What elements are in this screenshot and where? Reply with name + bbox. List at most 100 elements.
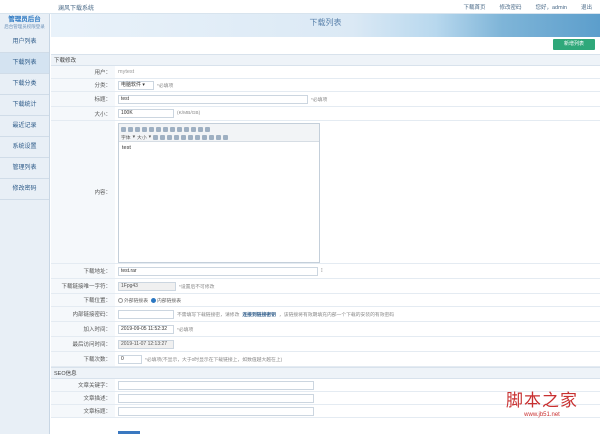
row-password: 内部链接密码： 不需填写下载链接密，请修改 连接到链接密钥 ，该链接将有效期填充内部…	[51, 307, 600, 322]
download-count-input[interactable]: 0	[118, 354, 142, 364]
external-link-radio[interactable]: 外部链接表	[118, 297, 148, 304]
row-download-count: 下载次数： 0 *必填项(不显示，大于0时显示在下载链接上，如数值越大越在上)	[51, 352, 600, 367]
row-location: 下载位置： 外部链接表 内部链接表	[51, 294, 600, 307]
chevron-down-icon: ▾	[142, 81, 145, 88]
nav-home-link[interactable]: 下载首页	[463, 3, 485, 11]
row-download-url: 下载地址： test.rar ⁝	[51, 264, 600, 279]
cut-icon[interactable]	[128, 126, 133, 132]
radio-unchecked-icon	[118, 297, 123, 303]
user-value: mytest	[118, 69, 135, 75]
nav-password-link[interactable]: 修改密码	[499, 3, 521, 11]
align-right-icon[interactable]	[191, 126, 196, 132]
user-label: 用户：	[51, 66, 115, 78]
category-hint: *必填项	[157, 83, 174, 89]
top-nav: 下载首页 修改密码 您好，admin 退出	[463, 3, 592, 11]
editor-content-area[interactable]: test	[119, 142, 319, 262]
indent-icon[interactable]	[205, 126, 210, 132]
location-label: 下载位置：	[51, 294, 115, 306]
row-unique: 下载链接唯一字符： 1Fpg43 *设置后不可修改	[51, 279, 600, 294]
sidebar-item-records[interactable]: 最近记录	[0, 116, 49, 137]
sidebar-item-password[interactable]: 修改密码	[0, 179, 49, 200]
download-count-label: 下载次数：	[51, 352, 115, 366]
external-link-radio-label: 外部链接表	[124, 298, 148, 304]
redo-icon[interactable]	[156, 126, 161, 132]
paste-icon[interactable]	[142, 126, 147, 132]
row-user: 用户： mytest	[51, 66, 600, 79]
last-time-input: 2019-11-07 12:13:27	[118, 339, 174, 349]
nav-logout-link[interactable]: 退出	[581, 3, 592, 11]
resize-handle-icon[interactable]: ⁝	[321, 268, 323, 274]
sidebar-item-settings[interactable]: 系统设置	[0, 137, 49, 158]
table-icon[interactable]	[202, 134, 208, 140]
row-size: 大小： 100K (K/MB/GB)	[51, 107, 600, 121]
password-hint-b: 连接到链接密钥	[242, 312, 276, 318]
category-value: 电脑软件	[121, 81, 142, 88]
bold-icon[interactable]	[153, 134, 159, 140]
password-input[interactable]	[118, 309, 174, 319]
list-icon[interactable]	[198, 126, 203, 132]
internal-link-radio[interactable]: 内部链接表	[151, 297, 181, 304]
sidebar: 管理员后台 后台管理员权限登录 用户列表 下载列表 下载分类 下载统计 最近记录…	[0, 0, 50, 434]
size-input[interactable]: 100K	[118, 109, 174, 118]
source-icon[interactable]	[121, 126, 126, 132]
unique-input: 1Fpg43	[118, 281, 176, 291]
main-content: 下载列表 新增列表 下载修改 用户： mytest 分类： 电脑软件 ▾ *必填…	[51, 14, 600, 434]
font-size-dropdown[interactable]: 大小	[137, 134, 147, 141]
text-color-icon[interactable]	[163, 126, 168, 132]
hr-icon[interactable]	[209, 134, 215, 140]
content-label: 内容：	[51, 121, 115, 263]
radio-checked-icon	[151, 297, 156, 303]
align-left-icon[interactable]	[177, 126, 182, 132]
link-icon[interactable]	[174, 134, 180, 140]
category-select[interactable]: 电脑软件 ▾	[118, 80, 154, 90]
align-center-icon[interactable]	[184, 126, 189, 132]
section-edit-header: 下载修改	[51, 54, 600, 66]
password-hint-a: 不需填写下载链接密，请修改	[177, 312, 240, 318]
seo-title-input[interactable]	[118, 406, 314, 416]
page-title-bar: 下载列表	[51, 14, 600, 37]
sidebar-item-downloads[interactable]: 下载列表	[0, 53, 49, 74]
font-family-dropdown[interactable]: 字体	[121, 134, 131, 141]
password-label: 内部链接密码：	[51, 307, 115, 321]
row-last-time: 最后访问时间： 2019-11-07 12:13:27	[51, 337, 600, 352]
row-title: 标题： test *必填项	[51, 92, 600, 107]
title-hint: *必填项	[311, 97, 328, 103]
nav-user-greeting: 您好，admin	[535, 5, 567, 11]
chevron-down-icon: ▾	[132, 134, 136, 140]
italic-icon[interactable]	[160, 134, 166, 140]
size-hint: (K/MB/GB)	[177, 111, 201, 116]
bg-color-icon[interactable]	[170, 126, 175, 132]
page-title: 下载列表	[309, 18, 342, 27]
logo-title: 管理员后台	[8, 16, 41, 23]
system-name: 澜风下载系统	[58, 6, 95, 12]
watermark-url: www.jb51.net	[524, 412, 560, 418]
add-time-label: 加入时间：	[51, 322, 115, 336]
help-icon[interactable]	[223, 134, 229, 140]
undo-icon[interactable]	[149, 126, 154, 132]
add-list-button[interactable]: 新增列表	[553, 39, 595, 50]
copy-icon[interactable]	[135, 126, 140, 132]
download-url-input[interactable]: test.rar	[118, 266, 318, 276]
underline-icon[interactable]	[167, 134, 173, 140]
seo-description-input[interactable]	[118, 393, 314, 403]
add-time-input[interactable]: 2019-09-05 11:52:32	[118, 324, 174, 334]
image-icon[interactable]	[188, 134, 194, 140]
seo-keywords-label: 文章关键字：	[51, 379, 115, 391]
unlink-icon[interactable]	[181, 134, 187, 140]
sidebar-item-admins[interactable]: 管理列表	[0, 158, 49, 179]
sidebar-item-categories[interactable]: 下载分类	[0, 74, 49, 95]
seo-description-label: 文章描述：	[51, 392, 115, 404]
password-hint-c: ，该链接将有效期填充内部一个下载的安装的有效密码	[278, 312, 395, 318]
title-input[interactable]: test	[118, 94, 308, 104]
logo-subtitle: 后台管理员权限登录	[4, 24, 45, 29]
editor-toolbar: 字体 ▾ 大小 ▾	[119, 124, 319, 142]
flash-icon[interactable]	[195, 134, 201, 140]
internal-link-radio-label: 内部链接表	[157, 298, 181, 304]
sidebar-item-stats[interactable]: 下载统计	[0, 95, 49, 116]
preview-icon[interactable]	[216, 134, 222, 140]
seo-keywords-input[interactable]	[118, 380, 314, 390]
add-time-hint: *必填项	[177, 327, 194, 333]
site-watermark: 脚本之家 www.jb51.net	[506, 386, 578, 418]
row-add-time: 加入时间： 2019-09-05 11:52:32 *必填项	[51, 322, 600, 337]
sidebar-item-users[interactable]: 用户列表	[0, 32, 49, 53]
